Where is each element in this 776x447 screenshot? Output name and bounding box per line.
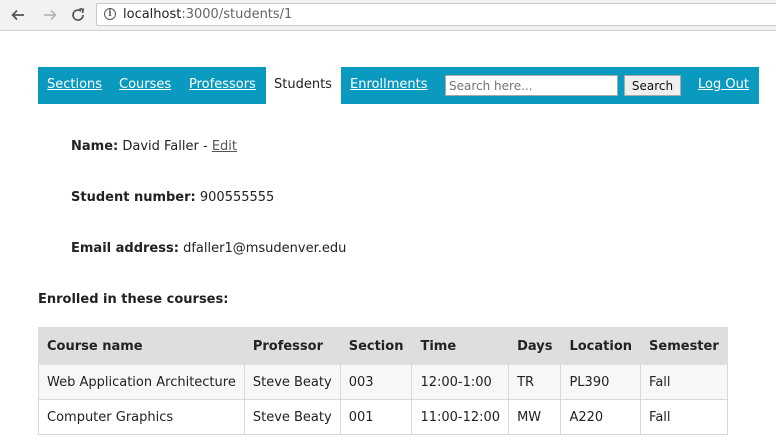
main-nav: Sections Courses Professors Students Enr…	[38, 67, 759, 104]
back-button[interactable]	[6, 3, 30, 27]
nav-courses[interactable]: Courses	[119, 77, 171, 92]
reload-icon	[70, 7, 86, 23]
column-header: Location	[561, 328, 641, 365]
student-number: 900555555	[200, 190, 274, 205]
column-header: Section	[340, 328, 412, 365]
nav-sections[interactable]: Sections	[47, 77, 102, 92]
email-label: Email address:	[71, 241, 179, 256]
nav-students-active[interactable]: Students	[266, 67, 341, 104]
table-cell: 11:00-12:00	[412, 400, 509, 435]
table-cell: Fall	[641, 365, 728, 400]
column-header: Semester	[641, 328, 728, 365]
edit-link[interactable]: Edit	[212, 139, 237, 154]
logout-link[interactable]: Log Out	[698, 77, 749, 92]
table-cell: A220	[561, 400, 641, 435]
table-cell: PL390	[561, 365, 641, 400]
table-cell: 003	[340, 365, 412, 400]
url-text: localhost:3000/students/1	[123, 7, 292, 22]
column-header: Course name	[39, 328, 245, 365]
enrolled-heading: Enrolled in these courses:	[38, 292, 228, 307]
table-cell: MW	[509, 400, 561, 435]
browser-toolbar: i localhost:3000/students/1	[0, 0, 776, 31]
table-cell: TR	[509, 365, 561, 400]
address-bar[interactable]: i localhost:3000/students/1	[96, 3, 776, 26]
column-header: Days	[509, 328, 561, 365]
table-cell: Web Application Architecture	[39, 365, 245, 400]
student-number-field: Student number: 900555555	[71, 190, 274, 205]
column-header: Time	[412, 328, 509, 365]
name-separator: -	[199, 139, 212, 154]
search-button[interactable]: Search	[624, 75, 681, 96]
name-field: Name: David Faller - Edit	[71, 139, 237, 154]
email-field: Email address: dfaller1@msudenver.edu	[71, 241, 346, 256]
table-cell: 001	[340, 400, 412, 435]
info-icon[interactable]: i	[104, 8, 116, 20]
forward-button[interactable]	[38, 3, 62, 27]
column-header: Professor	[244, 328, 340, 365]
table-cell: Fall	[641, 400, 728, 435]
search-input[interactable]	[445, 75, 618, 96]
table-cell: Steve Beaty	[244, 400, 340, 435]
email-value: dfaller1@msudenver.edu	[183, 241, 346, 256]
table-row: Web Application Architecture Steve Beaty…	[39, 365, 728, 400]
back-arrow-icon	[10, 7, 26, 23]
courses-table: Course name Professor Section Time Days …	[38, 327, 728, 435]
table-cell: Steve Beaty	[244, 365, 340, 400]
table-header-row: Course name Professor Section Time Days …	[39, 328, 728, 365]
reload-button[interactable]	[66, 3, 90, 27]
nav-enrollments[interactable]: Enrollments	[350, 77, 427, 92]
table-cell: 12:00-1:00	[412, 365, 509, 400]
student-number-label: Student number:	[71, 190, 196, 205]
forward-arrow-icon	[42, 7, 58, 23]
name-label: Name:	[71, 139, 118, 154]
nav-students-label: Students	[274, 77, 332, 92]
table-cell: Computer Graphics	[39, 400, 245, 435]
table-row: Computer Graphics Steve Beaty 001 11:00-…	[39, 400, 728, 435]
student-name: David Faller	[122, 139, 198, 154]
nav-professors[interactable]: Professors	[189, 77, 256, 92]
